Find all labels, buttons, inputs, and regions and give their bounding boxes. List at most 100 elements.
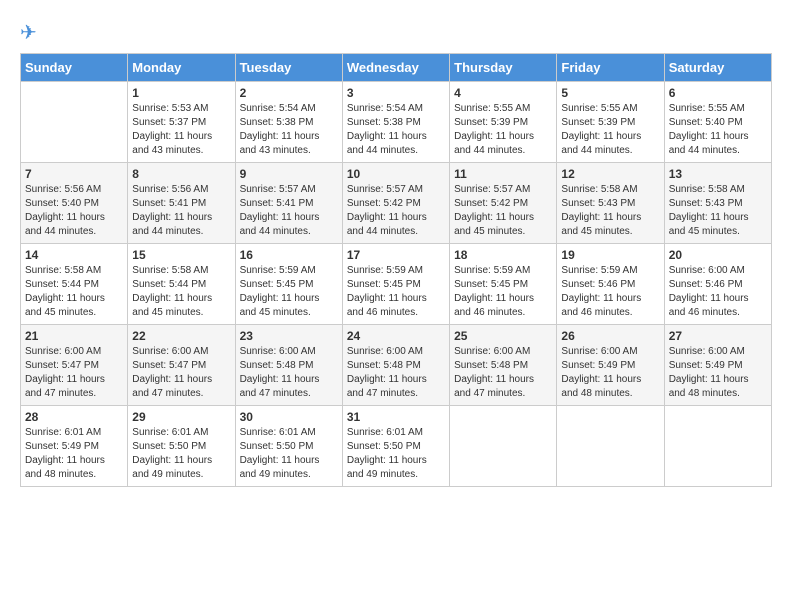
day-number: 5	[561, 86, 659, 100]
calendar-table: SundayMondayTuesdayWednesdayThursdayFrid…	[20, 53, 772, 487]
day-info: Sunrise: 6:01 AMSunset: 5:50 PMDaylight:…	[132, 426, 230, 482]
day-number: 1	[132, 86, 230, 100]
day-info: Sunrise: 5:59 AMSunset: 5:45 PMDaylight:…	[240, 264, 338, 320]
day-info: Sunrise: 5:55 AMSunset: 5:39 PMDaylight:…	[561, 102, 659, 158]
day-info: Sunrise: 6:01 AMSunset: 5:50 PMDaylight:…	[240, 426, 338, 482]
day-info: Sunrise: 5:57 AMSunset: 5:42 PMDaylight:…	[347, 183, 445, 239]
calendar-cell: 20 Sunrise: 6:00 AMSunset: 5:46 PMDayligh…	[664, 244, 771, 325]
calendar-cell: 6 Sunrise: 5:55 AMSunset: 5:40 PMDaylight…	[664, 82, 771, 163]
day-number: 25	[454, 329, 552, 343]
day-info: Sunrise: 5:58 AMSunset: 5:44 PMDaylight:…	[132, 264, 230, 320]
calendar-cell: 13 Sunrise: 5:58 AMSunset: 5:43 PMDayligh…	[664, 163, 771, 244]
day-header-saturday: Saturday	[664, 54, 771, 82]
calendar-cell: 18 Sunrise: 5:59 AMSunset: 5:45 PMDayligh…	[450, 244, 557, 325]
calendar-cell	[450, 406, 557, 487]
calendar-cell: 31 Sunrise: 6:01 AMSunset: 5:50 PMDayligh…	[342, 406, 449, 487]
day-number: 20	[669, 248, 767, 262]
day-info: Sunrise: 5:55 AMSunset: 5:40 PMDaylight:…	[669, 102, 767, 158]
calendar-cell: 29 Sunrise: 6:01 AMSunset: 5:50 PMDayligh…	[128, 406, 235, 487]
day-number: 3	[347, 86, 445, 100]
day-info: Sunrise: 5:54 AMSunset: 5:38 PMDaylight:…	[240, 102, 338, 158]
day-info: Sunrise: 6:00 AMSunset: 5:46 PMDaylight:…	[669, 264, 767, 320]
day-header-tuesday: Tuesday	[235, 54, 342, 82]
day-info: Sunrise: 6:00 AMSunset: 5:49 PMDaylight:…	[561, 345, 659, 401]
day-info: Sunrise: 5:56 AMSunset: 5:40 PMDaylight:…	[25, 183, 123, 239]
calendar-cell	[664, 406, 771, 487]
day-info: Sunrise: 6:00 AMSunset: 5:47 PMDaylight:…	[132, 345, 230, 401]
day-number: 13	[669, 167, 767, 181]
day-number: 24	[347, 329, 445, 343]
day-info: Sunrise: 6:01 AMSunset: 5:49 PMDaylight:…	[25, 426, 123, 482]
day-info: Sunrise: 6:00 AMSunset: 5:47 PMDaylight:…	[25, 345, 123, 401]
day-number: 21	[25, 329, 123, 343]
day-info: Sunrise: 5:55 AMSunset: 5:39 PMDaylight:…	[454, 102, 552, 158]
calendar-cell	[21, 82, 128, 163]
day-header-wednesday: Wednesday	[342, 54, 449, 82]
day-number: 22	[132, 329, 230, 343]
calendar-cell: 27 Sunrise: 6:00 AMSunset: 5:49 PMDayligh…	[664, 325, 771, 406]
day-number: 26	[561, 329, 659, 343]
header: ✈	[20, 20, 772, 45]
day-number: 7	[25, 167, 123, 181]
calendar-cell: 17 Sunrise: 5:59 AMSunset: 5:45 PMDayligh…	[342, 244, 449, 325]
day-number: 18	[454, 248, 552, 262]
day-number: 15	[132, 248, 230, 262]
calendar-cell: 19Sunrise: 5:59 AMSunset: 5:46 PMDayligh…	[557, 244, 664, 325]
calendar-cell: 1 Sunrise: 5:53 AMSunset: 5:37 PMDaylight…	[128, 82, 235, 163]
day-number: 28	[25, 410, 123, 424]
day-number: 16	[240, 248, 338, 262]
day-info: Sunrise: 5:58 AMSunset: 5:43 PMDaylight:…	[669, 183, 767, 239]
calendar-cell: 28 Sunrise: 6:01 AMSunset: 5:49 PMDayligh…	[21, 406, 128, 487]
calendar-cell: 30 Sunrise: 6:01 AMSunset: 5:50 PMDayligh…	[235, 406, 342, 487]
day-info: Sunrise: 6:00 AMSunset: 5:48 PMDaylight:…	[347, 345, 445, 401]
calendar-cell: 9Sunrise: 5:57 AMSunset: 5:41 PMDaylight…	[235, 163, 342, 244]
calendar-cell	[557, 406, 664, 487]
day-number: 2	[240, 86, 338, 100]
day-header-sunday: Sunday	[21, 54, 128, 82]
calendar-cell: 25Sunrise: 6:00 AMSunset: 5:48 PMDayligh…	[450, 325, 557, 406]
day-number: 23	[240, 329, 338, 343]
day-number: 4	[454, 86, 552, 100]
calendar-cell: 24 Sunrise: 6:00 AMSunset: 5:48 PMDayligh…	[342, 325, 449, 406]
calendar-cell: 3 Sunrise: 5:54 AMSunset: 5:38 PMDaylight…	[342, 82, 449, 163]
calendar-cell: 21 Sunrise: 6:00 AMSunset: 5:47 PMDayligh…	[21, 325, 128, 406]
calendar-cell: 22 Sunrise: 6:00 AMSunset: 5:47 PMDayligh…	[128, 325, 235, 406]
day-info: Sunrise: 5:53 AMSunset: 5:37 PMDaylight:…	[132, 102, 230, 158]
day-number: 6	[669, 86, 767, 100]
day-info: Sunrise: 5:59 AMSunset: 5:45 PMDaylight:…	[347, 264, 445, 320]
calendar-cell: 23 Sunrise: 6:00 AMSunset: 5:48 PMDayligh…	[235, 325, 342, 406]
calendar-cell: 10 Sunrise: 5:57 AMSunset: 5:42 PMDayligh…	[342, 163, 449, 244]
calendar-cell: 7 Sunrise: 5:56 AMSunset: 5:40 PMDaylight…	[21, 163, 128, 244]
day-info: Sunrise: 6:00 AMSunset: 5:48 PMDaylight:…	[240, 345, 338, 401]
day-info: Sunrise: 6:00 AMSunset: 5:49 PMDaylight:…	[669, 345, 767, 401]
logo: ✈	[20, 20, 37, 45]
day-info: Sunrise: 5:59 AMSunset: 5:45 PMDaylight:…	[454, 264, 552, 320]
day-number: 19	[561, 248, 659, 262]
day-number: 29	[132, 410, 230, 424]
day-number: 11	[454, 167, 552, 181]
calendar-cell: 8Sunrise: 5:56 AMSunset: 5:41 PMDaylight…	[128, 163, 235, 244]
day-number: 10	[347, 167, 445, 181]
calendar-cell: 26 Sunrise: 6:00 AMSunset: 5:49 PMDayligh…	[557, 325, 664, 406]
day-info: Sunrise: 5:57 AMSunset: 5:41 PMDaylight:…	[240, 183, 338, 239]
calendar-cell: 16 Sunrise: 5:59 AMSunset: 5:45 PMDayligh…	[235, 244, 342, 325]
day-header-monday: Monday	[128, 54, 235, 82]
calendar-cell: 12 Sunrise: 5:58 AMSunset: 5:43 PMDayligh…	[557, 163, 664, 244]
day-number: 12	[561, 167, 659, 181]
day-number: 14	[25, 248, 123, 262]
calendar-cell: 5 Sunrise: 5:55 AMSunset: 5:39 PMDaylight…	[557, 82, 664, 163]
calendar-cell: 2 Sunrise: 5:54 AMSunset: 5:38 PMDaylight…	[235, 82, 342, 163]
day-info: Sunrise: 6:01 AMSunset: 5:50 PMDaylight:…	[347, 426, 445, 482]
day-number: 17	[347, 248, 445, 262]
day-number: 8	[132, 167, 230, 181]
calendar-cell: 4 Sunrise: 5:55 AMSunset: 5:39 PMDaylight…	[450, 82, 557, 163]
day-number: 30	[240, 410, 338, 424]
day-number: 31	[347, 410, 445, 424]
day-number: 27	[669, 329, 767, 343]
calendar-cell: 11 Sunrise: 5:57 AMSunset: 5:42 PMDayligh…	[450, 163, 557, 244]
day-info: Sunrise: 5:58 AMSunset: 5:43 PMDaylight:…	[561, 183, 659, 239]
day-header-friday: Friday	[557, 54, 664, 82]
day-info: Sunrise: 5:57 AMSunset: 5:42 PMDaylight:…	[454, 183, 552, 239]
day-info: Sunrise: 5:58 AMSunset: 5:44 PMDaylight:…	[25, 264, 123, 320]
day-info: Sunrise: 5:54 AMSunset: 5:38 PMDaylight:…	[347, 102, 445, 158]
